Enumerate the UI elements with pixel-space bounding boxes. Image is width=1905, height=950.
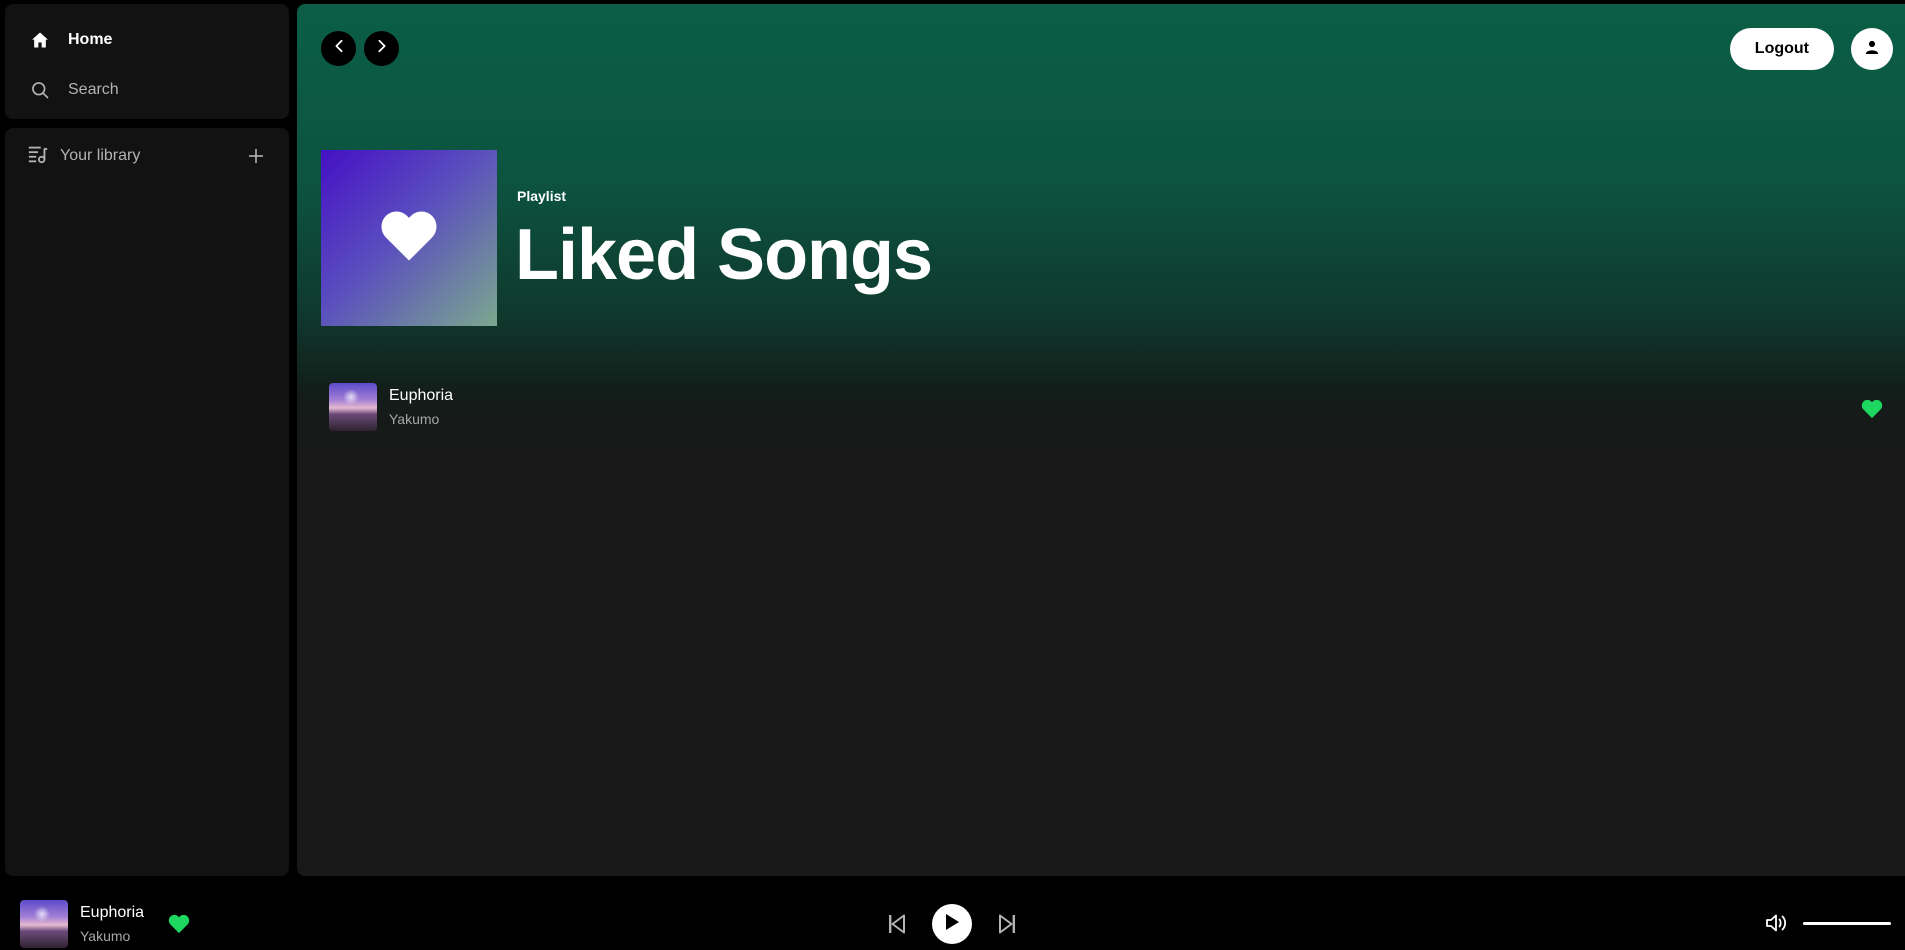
volume-control <box>1765 912 1891 934</box>
heart-icon[interactable] <box>1861 399 1883 419</box>
chevron-left-icon <box>332 39 346 58</box>
library-panel: Your library <box>5 128 289 876</box>
track-row[interactable]: Euphoria Yakumo <box>329 382 1897 432</box>
play-icon <box>944 913 960 936</box>
skip-next-icon[interactable] <box>996 913 1018 935</box>
sidebar-item-search[interactable]: Search <box>29 65 265 115</box>
track-artist[interactable]: Yakumo <box>389 411 453 427</box>
now-playing-artist[interactable]: Yakumo <box>80 928 144 944</box>
skip-previous-icon[interactable] <box>886 913 908 935</box>
volume-slider[interactable] <box>1803 921 1891 925</box>
playlist-type-label: Playlist <box>517 188 567 204</box>
plus-icon[interactable] <box>245 145 267 167</box>
playlist-cover <box>321 150 497 326</box>
main-content: Logout Playlist Liked Songs Euphoria Yak… <box>297 4 1905 876</box>
history-navigation <box>321 31 399 66</box>
heart-icon <box>379 209 439 268</box>
library-icon[interactable] <box>27 143 49 170</box>
now-playing: Euphoria Yakumo <box>20 900 190 948</box>
volume-slider-fill <box>1803 921 1891 925</box>
track-title: Euphoria <box>389 387 454 404</box>
now-playing-artwork[interactable] <box>20 900 68 948</box>
track-info: Euphoria Yakumo <box>389 387 453 427</box>
user-icon <box>1865 40 1879 59</box>
sidebar-item-label: Search <box>68 81 119 98</box>
library-header: Your library <box>5 128 289 184</box>
search-icon <box>29 79 51 101</box>
track-artwork <box>329 383 377 431</box>
sidebar-nav: Home Search <box>5 4 289 119</box>
now-playing-title[interactable]: Euphoria <box>80 904 144 922</box>
volume-icon[interactable] <box>1765 912 1789 934</box>
app: Home Search Your library Logout Playlist… <box>0 0 1905 950</box>
library-label[interactable]: Your library <box>60 147 245 165</box>
chevron-right-icon <box>375 39 389 58</box>
sidebar-item-home[interactable]: Home <box>29 15 265 65</box>
playback-controls <box>886 904 1018 944</box>
forward-button[interactable] <box>364 31 399 66</box>
sidebar-item-label: Home <box>68 31 113 48</box>
home-icon <box>29 29 51 51</box>
logout-button[interactable]: Logout <box>1729 28 1834 70</box>
play-button[interactable] <box>932 904 972 944</box>
account-controls: Logout <box>1729 28 1893 70</box>
back-button[interactable] <box>321 31 356 66</box>
page-title: Liked Songs <box>515 215 933 295</box>
profile-button[interactable] <box>1851 28 1893 70</box>
heart-icon[interactable] <box>168 914 190 934</box>
now-playing-info: Euphoria Yakumo <box>80 904 144 944</box>
